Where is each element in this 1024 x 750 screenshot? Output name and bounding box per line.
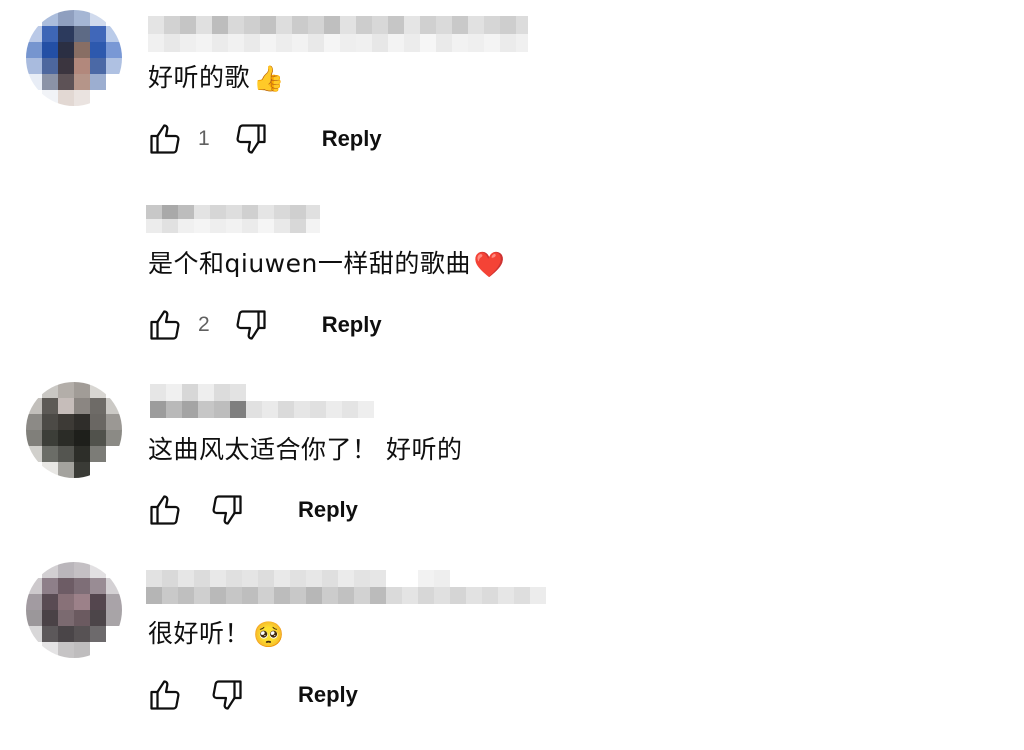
like-icon[interactable] [146,676,184,714]
reply-button[interactable]: Reply [322,126,382,152]
reply-button[interactable]: Reply [322,312,382,338]
like-count: 1 [198,127,210,150]
author-name-blurred[interactable] [150,384,374,418]
comment-actions: Reply [146,675,358,715]
author-name-blurred[interactable] [148,16,528,52]
comment-text: 好听的歌 👍 [148,63,285,94]
like-count: 2 [198,313,210,336]
dislike-icon[interactable] [208,491,246,529]
comment-text-content: 这曲风太适合你了！ 好听的 [148,435,463,464]
red-heart-emoji: ❤️ [473,250,506,279]
comment-text: 是个和qiuwen一样甜的歌曲 ❤️ [148,249,505,280]
like-icon[interactable] [146,120,184,158]
comment-text-content: 是个和qiuwen一样甜的歌曲 [148,249,471,278]
avatar[interactable] [26,562,122,658]
reply-button[interactable]: Reply [298,497,358,523]
pleading-face-emoji: 🥺 [253,620,285,649]
comment-text-content: 很好听！ [148,619,251,648]
like-icon[interactable] [146,306,184,344]
comment-actions: Reply [146,490,358,530]
avatar[interactable] [26,10,122,106]
comment-text-content: 好听的歌 [148,63,251,92]
thumbs-up-emoji: 👍 [253,64,285,93]
author-name-blurred[interactable] [146,205,320,233]
dislike-icon[interactable] [208,676,246,714]
avatar[interactable] [26,382,122,478]
comment-actions: 1 Reply [146,119,382,159]
dislike-icon[interactable] [232,306,270,344]
comment-text: 很好听！ 🥺 [148,619,285,650]
comment-text: 这曲风太适合你了！ 好听的 [148,435,462,465]
like-icon[interactable] [146,491,184,529]
author-name-blurred[interactable] [146,570,556,604]
dislike-icon[interactable] [232,120,270,158]
comment-actions: 2 Reply [146,305,382,345]
reply-button[interactable]: Reply [298,682,358,708]
